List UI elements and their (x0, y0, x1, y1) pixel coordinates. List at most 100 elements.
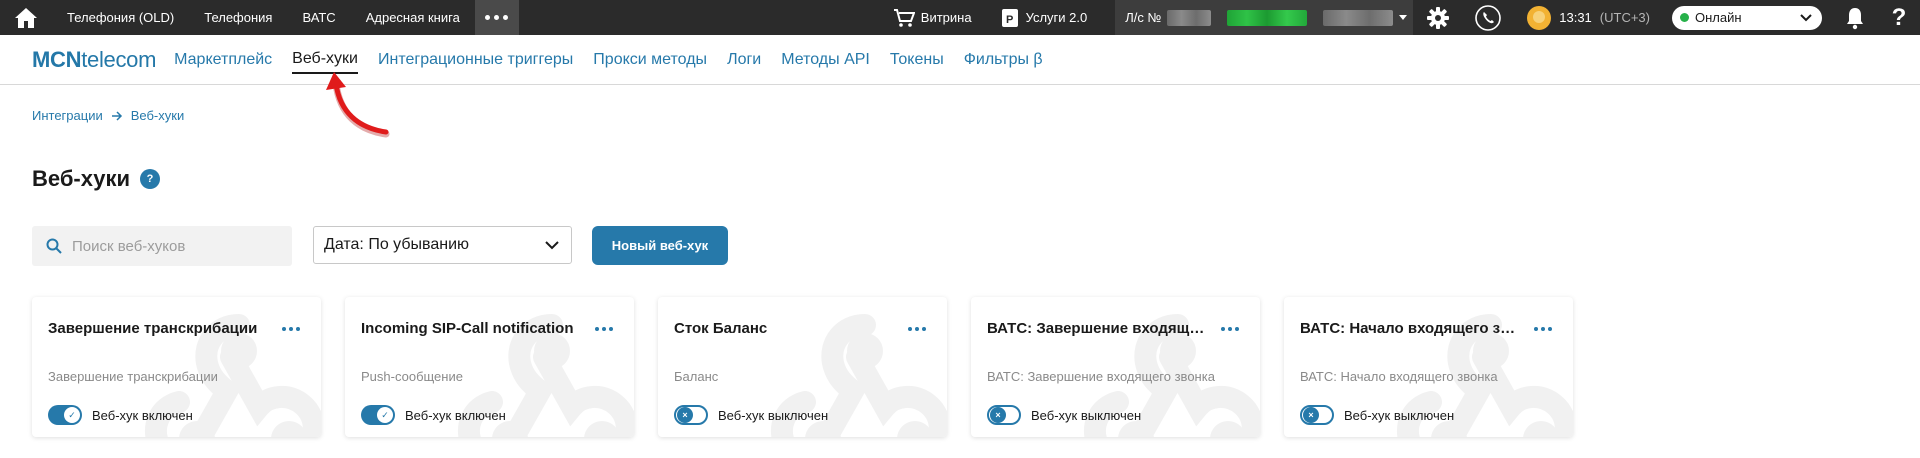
webhook-card-toggle-row: × Веб-хук выключен (987, 405, 1141, 425)
toggle-knob-icon: × (1303, 407, 1319, 423)
webhook-card-toggle-row: × Веб-хук выключен (1300, 405, 1454, 425)
webhook-card-toggle-row: ✓ Веб-хук включен (361, 405, 506, 425)
webhook-card-toggle-row: ✓ Веб-хук включен (48, 405, 193, 425)
webhook-card-title: Сток Баланс (674, 320, 768, 337)
chevron-down-icon (1800, 13, 1812, 21)
gear-icon (1427, 6, 1450, 29)
new-webhook-button[interactable]: Новый веб-хук (592, 226, 728, 265)
webhook-status-label: Веб-хук выключен (1031, 407, 1142, 423)
avatar (1527, 5, 1552, 30)
webhook-toggle[interactable]: ✓ (48, 405, 82, 425)
status-select[interactable]: Онлайн (1672, 5, 1822, 30)
status-value: Онлайн (1695, 10, 1742, 25)
page-title-row: Веб-хуки ? (32, 166, 161, 192)
tab-marketplace[interactable]: Маркетплейс (174, 47, 272, 73)
toggle-knob-icon: ✓ (377, 407, 393, 423)
top-nav: Телефония (OLD) Телефония ВАТС Адресная … (52, 0, 519, 35)
home-button[interactable] (0, 0, 52, 35)
webhook-card[interactable]: Завершение транскрибации Завершение тран… (32, 297, 321, 437)
webhook-card-more-button[interactable] (908, 327, 926, 331)
help-badge-icon[interactable]: ? (140, 169, 161, 189)
webhook-status-label: Веб-хук выключен (718, 407, 829, 423)
clock-time: 13:31 (1559, 10, 1592, 25)
top-nav-address-book[interactable]: Адресная книга (351, 0, 475, 35)
sort-value: Дата: По убыванию (324, 236, 469, 253)
arrow-right-icon (111, 110, 122, 121)
webhook-cards: Завершение транскрибации Завершение тран… (32, 297, 1573, 437)
search-input[interactable] (72, 237, 272, 255)
cart-icon (893, 8, 915, 27)
webhook-toggle[interactable]: × (1300, 405, 1334, 425)
bell-icon (1847, 7, 1863, 29)
clock-timezone: (UTC+3) (1599, 10, 1650, 25)
help-button[interactable]: ? (1878, 0, 1920, 35)
annotation-arrow-icon (326, 72, 390, 138)
webhook-card-title: ВАТС: Завершение входящего звонка (987, 320, 1207, 337)
logo[interactable]: MCNtelecom (32, 47, 156, 73)
top-nav-telephony-old[interactable]: Телефония (OLD) (52, 0, 189, 35)
webhook-card-more-button[interactable] (595, 327, 613, 331)
webhook-status-label: Веб-хук выключен (1344, 407, 1455, 423)
notifications-button[interactable] (1832, 0, 1878, 35)
webhook-card-more-button[interactable] (282, 327, 300, 331)
account-label: Л/с № (1125, 10, 1162, 25)
services-icon: P (1001, 8, 1018, 27)
webhook-card-event: ВАТС: Начало входящего звонка (1300, 369, 1498, 384)
home-icon (15, 7, 37, 28)
webhook-card-title: Incoming SIP-Call notification (361, 320, 574, 337)
webhook-card-more-button[interactable] (1221, 327, 1239, 331)
phone-button[interactable] (1463, 0, 1513, 35)
webhook-card-event: Завершение транскрибации (48, 369, 218, 384)
services-link[interactable]: P Услуги 2.0 (986, 0, 1102, 35)
logo-light: telecom (81, 46, 157, 72)
breadcrumb: Интеграции Веб-хуки (32, 108, 184, 123)
webhook-card-title: ВАТС: Начало входящего звонка (1300, 320, 1520, 337)
webhook-card[interactable]: ВАТС: Завершение входящего звонка ВАТС: … (971, 297, 1260, 437)
tab-proxy-methods[interactable]: Прокси методы (593, 47, 707, 73)
toggle-knob-icon: × (677, 407, 693, 423)
tab-integration-triggers[interactable]: Интеграционные триггеры (378, 47, 573, 73)
tab-tokens[interactable]: Токены (890, 47, 944, 73)
page-title: Веб-хуки (32, 166, 131, 191)
svg-text:P: P (1006, 14, 1013, 26)
top-nav-more-button[interactable] (474, 0, 519, 35)
user-menu[interactable]: 13:31 (UTC+3) (1513, 0, 1660, 35)
showcase-link[interactable]: Витрина (879, 0, 986, 35)
top-nav-telephony[interactable]: Телефония (189, 0, 287, 35)
webhook-card-more-button[interactable] (1534, 327, 1552, 331)
account-number-blurred (1167, 9, 1212, 26)
webhook-card-event: ВАТС: Завершение входящего звонка (987, 369, 1215, 384)
chevron-down-icon (545, 240, 559, 249)
chevron-down-icon (1399, 15, 1408, 20)
webhook-card[interactable]: ВАТС: Начало входящего звонка ВАТС: Нача… (1284, 297, 1573, 437)
webhook-card[interactable]: Incoming SIP-Call notification Push-сооб… (345, 297, 634, 437)
toggle-knob-icon: ✓ (64, 407, 80, 423)
webhook-card-event: Баланс (674, 369, 719, 384)
tab-filters[interactable]: Фильтры β (964, 47, 1043, 73)
logo-bold: MCN (32, 46, 82, 72)
top-nav-vats[interactable]: ВАТС (287, 0, 350, 35)
webhook-toggle[interactable]: × (987, 405, 1021, 425)
account-selector[interactable]: Л/с № (1115, 0, 1414, 35)
webhook-toggle[interactable]: × (674, 405, 708, 425)
showcase-label: Витрина (920, 10, 972, 25)
account-name-blurred (1323, 9, 1394, 26)
webhook-card-event: Push-сообщение (361, 369, 463, 384)
toggle-knob-icon: × (990, 407, 1006, 423)
webhook-card[interactable]: Сток Баланс Баланс × Веб-хук выключен (658, 297, 947, 437)
breadcrumb-integrations[interactable]: Интеграции (32, 108, 103, 123)
webhook-card-toggle-row: × Веб-хук выключен (674, 405, 828, 425)
help-icon: ? (1891, 3, 1907, 31)
webhook-status-label: Веб-хук включен (405, 407, 506, 423)
tab-api-methods[interactable]: Методы API (781, 47, 870, 73)
sort-select[interactable]: Дата: По убыванию (313, 226, 572, 264)
online-status-dot (1680, 13, 1689, 22)
search-icon (46, 238, 62, 254)
tab-logs[interactable]: Логи (727, 47, 761, 73)
phone-icon (1475, 4, 1502, 31)
webhook-toggle[interactable]: ✓ (361, 405, 395, 425)
webhook-status-label: Веб-хук включен (92, 407, 193, 423)
breadcrumb-current: Веб-хуки (130, 108, 185, 123)
settings-button[interactable] (1413, 0, 1463, 35)
search-box[interactable] (32, 226, 292, 266)
